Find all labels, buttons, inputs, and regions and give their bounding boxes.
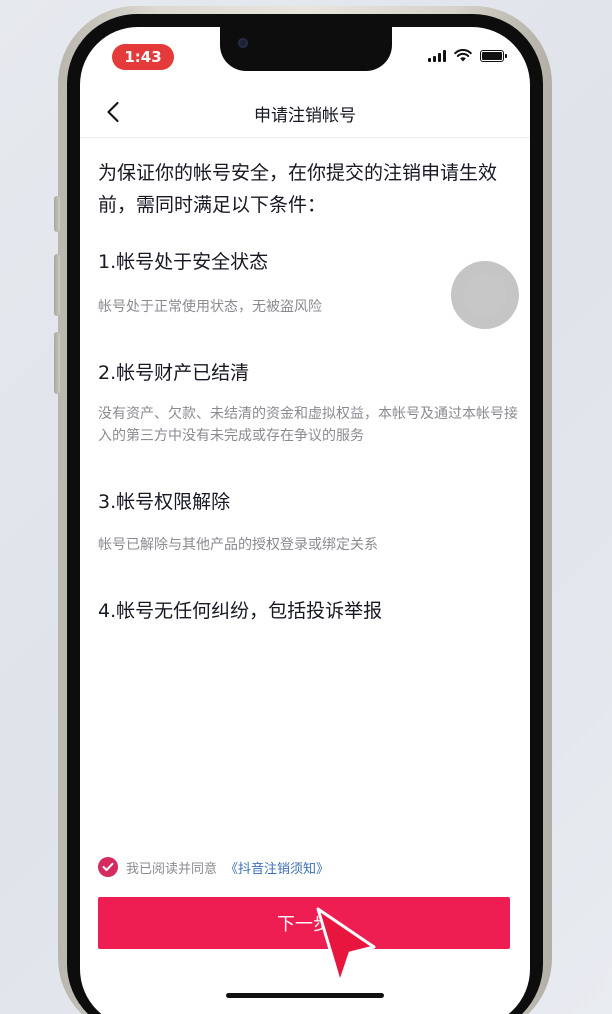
condition-title: 2.帐号财产已结清 <box>98 362 250 384</box>
condition-item: 4.帐号无任何纠纷，包括投诉举报 <box>98 596 518 623</box>
touch-indicator <box>451 261 519 329</box>
agreement-link[interactable]: 《抖音注销须知》 <box>225 858 329 877</box>
condition-desc: 没有资产、欠款、未结清的资金和虚拟权益，本帐号及通过本帐号接入的第三方中没有未完… <box>98 406 518 444</box>
phone-screen: 1:43 申请注销帐号 为保证你的帐号安全，在你提交的注销申请生效前，需同时满足… <box>80 27 530 1014</box>
agreement-text: 我已阅读并同意 <box>126 861 218 877</box>
battery-icon <box>480 49 507 62</box>
page-title: 申请注销帐号 <box>254 106 356 126</box>
signal-icon <box>428 49 446 62</box>
phone-side-button <box>54 254 60 316</box>
condition-title: 3.帐号权限解除 <box>98 491 231 513</box>
intro-text: 为保证你的帐号安全，在你提交的注销申请生效前，需同时满足以下条件： <box>98 162 498 216</box>
status-indicators <box>428 49 507 62</box>
phone-side-button <box>54 196 60 232</box>
agreement-row: 我已阅读并同意 《抖音注销须知》 <box>98 857 329 877</box>
agree-checkbox[interactable] <box>98 857 118 877</box>
condition-desc: 帐号已解除与其他产品的授权登录或绑定关系 <box>98 537 378 553</box>
condition-title: 1.帐号处于安全状态 <box>98 251 269 273</box>
condition-item: 2.帐号财产已结清 没有资产、欠款、未结清的资金和虚拟权益，本帐号及通过本帐号接… <box>98 358 518 447</box>
check-icon <box>102 862 114 871</box>
condition-item: 3.帐号权限解除 帐号已解除与其他产品的授权登录或绑定关系 <box>98 487 518 556</box>
navbar: 申请注销帐号 <box>80 87 530 138</box>
next-button[interactable]: 下一步 <box>98 897 510 949</box>
condition-title: 4.帐号无任何纠纷，包括投诉举报 <box>98 600 383 622</box>
home-indicator[interactable] <box>226 993 384 998</box>
main-content: 为保证你的帐号安全，在你提交的注销申请生效前，需同时满足以下条件： 1.帐号处于… <box>98 157 518 623</box>
status-time: 1:43 <box>112 44 174 70</box>
pointer-cursor-icon <box>316 907 376 985</box>
camera-icon <box>238 38 248 48</box>
wifi-icon <box>454 49 472 62</box>
notch <box>220 27 392 71</box>
phone-side-button <box>54 332 60 394</box>
